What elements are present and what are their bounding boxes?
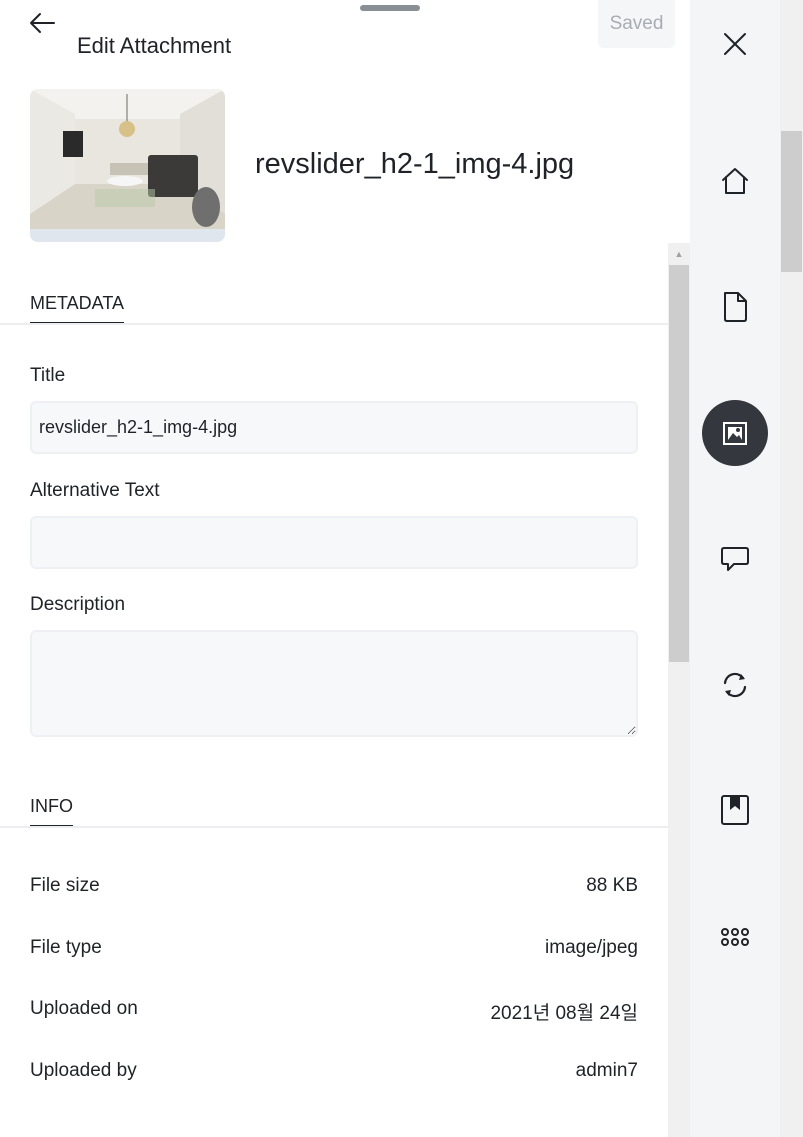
edit-attachment-panel: Edit Attachment Saved revslider_h2-1_img…: [0, 0, 690, 1137]
media-icon: [723, 422, 747, 445]
title-input[interactable]: [30, 401, 638, 454]
attachment-file-name: revslider_h2-1_img-4.jpg: [255, 148, 575, 180]
info-row-uploaded-on: Uploaded on 2021년 08월 24일: [30, 998, 638, 1025]
info-label: Uploaded on: [30, 998, 138, 1019]
alt-text-label: Alternative Text: [30, 480, 160, 501]
close-button[interactable]: [702, 11, 768, 77]
comments-button[interactable]: [702, 525, 768, 591]
right-toolbar: [690, 0, 780, 1137]
page-title: Edit Attachment: [77, 33, 232, 58]
info-row-file-size: File size 88 KB: [30, 875, 638, 897]
bookmark-icon: [721, 795, 749, 825]
saved-button[interactable]: Saved: [598, 0, 675, 48]
apps-button[interactable]: [702, 904, 768, 970]
info-label: File size: [30, 875, 100, 896]
info-value: 88 KB: [586, 875, 638, 896]
home-icon: [722, 168, 748, 194]
title-label: Title: [30, 365, 66, 386]
home-button[interactable]: [702, 148, 768, 214]
info-label: Uploaded by: [30, 1060, 137, 1081]
scroll-up-icon[interactable]: ▲: [672, 247, 686, 261]
attachment-thumbnail: [30, 89, 225, 242]
media-button[interactable]: [702, 400, 768, 466]
info-label: File type: [30, 937, 102, 958]
alt-text-input[interactable]: [30, 516, 638, 569]
window-scrollbar-thumb[interactable]: [781, 131, 802, 272]
page-button[interactable]: [702, 274, 768, 340]
bookmark-button[interactable]: [702, 777, 768, 843]
info-value: 2021년 08월 24일: [490, 1003, 638, 1024]
description-textarea[interactable]: [30, 630, 638, 737]
drag-handle[interactable]: [360, 5, 420, 11]
info-row-file-type: File type image/jpeg: [30, 937, 638, 959]
arrow-left-icon: [30, 13, 55, 33]
info-value: image/jpeg: [545, 937, 638, 958]
panel-scrollbar-thumb[interactable]: [669, 265, 689, 662]
sync-icon: [723, 672, 747, 698]
info-row-uploaded-by: Uploaded by admin7: [30, 1060, 638, 1082]
back-button[interactable]: [26, 8, 58, 38]
page-icon: [724, 292, 747, 322]
comment-icon: [721, 547, 749, 571]
info-divider: [0, 826, 668, 828]
description-label: Description: [30, 594, 126, 615]
tab-metadata[interactable]: METADATA: [30, 293, 124, 325]
close-icon: [724, 33, 746, 55]
tab-divider: [0, 323, 668, 325]
tab-info[interactable]: INFO: [30, 796, 73, 828]
apps-grid-icon: [721, 928, 749, 946]
sync-button[interactable]: [702, 652, 768, 718]
info-value: admin7: [575, 1060, 638, 1081]
